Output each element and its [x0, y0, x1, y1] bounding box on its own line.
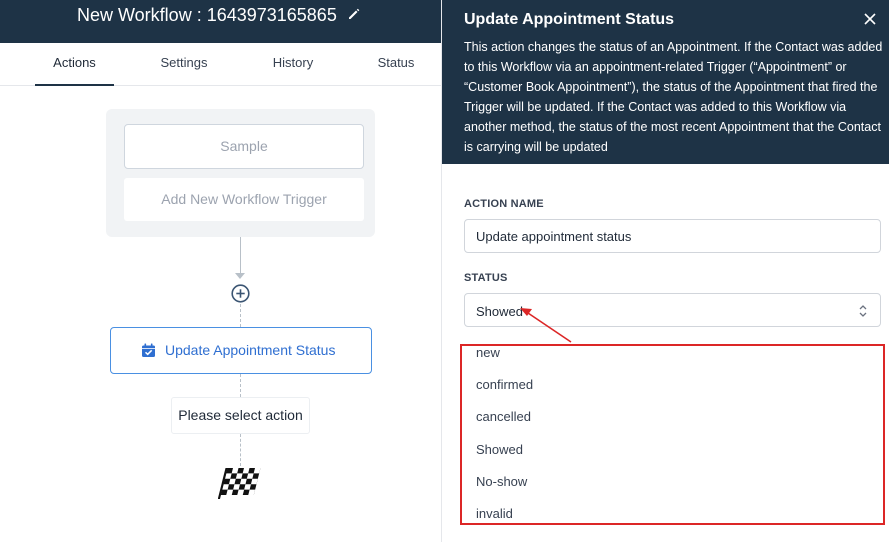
- status-label: STATUS: [464, 272, 508, 284]
- status-option-confirmed[interactable]: confirmed: [476, 377, 533, 392]
- select-action-placeholder[interactable]: Please select action: [171, 397, 310, 434]
- tab-actions[interactable]: Actions: [35, 43, 114, 86]
- status-select[interactable]: Showed: [464, 293, 881, 327]
- panel-title: Update Appointment Status: [464, 11, 675, 28]
- add-trigger-button[interactable]: Add New Workflow Trigger: [124, 178, 364, 221]
- connector-line: [240, 237, 241, 274]
- panel-header: Update Appointment Status This action ch…: [442, 0, 889, 164]
- panel-description: This action changes the status of an App…: [464, 40, 883, 154]
- status-option-showed[interactable]: Showed: [476, 442, 523, 457]
- connector-line: [240, 434, 241, 466]
- connector-line: [240, 304, 241, 327]
- tab-status[interactable]: Status: [366, 43, 426, 86]
- action-name-input[interactable]: [464, 219, 881, 253]
- connector-line: [240, 374, 241, 397]
- tab-history[interactable]: History: [258, 43, 328, 86]
- tab-settings[interactable]: Settings: [148, 43, 220, 86]
- trigger-sample[interactable]: Sample: [124, 124, 364, 169]
- close-icon[interactable]: [862, 11, 878, 27]
- calendar-check-icon: [142, 343, 155, 357]
- status-option-invalid[interactable]: invalid: [476, 506, 513, 521]
- workflow-title: New Workflow : 1643973165865: [77, 5, 337, 25]
- connector-arrow-icon: [235, 273, 245, 279]
- status-option-cancelled[interactable]: cancelled: [476, 409, 531, 424]
- action-node-update-appointment[interactable]: Update Appointment Status: [110, 327, 372, 374]
- chevron-up-down-icon: [859, 305, 867, 317]
- action-node-label: Update Appointment Status: [165, 342, 336, 358]
- workflow-topbar: New Workflow : 1643973165865: [0, 0, 441, 43]
- status-selected-value: Showed: [476, 304, 523, 319]
- add-action-plus-icon[interactable]: [231, 284, 250, 303]
- checkered-flag-icon: [218, 468, 261, 499]
- action-side-panel: Update Appointment Status This action ch…: [441, 0, 889, 542]
- workflow-tabs: Actions Settings History Status: [0, 43, 441, 86]
- status-option-new[interactable]: new: [476, 346, 500, 360]
- status-dropdown-list: new confirmed cancelled Showed No-show i…: [460, 344, 885, 525]
- status-option-no-show[interactable]: No-show: [476, 474, 527, 489]
- action-name-label: ACTION NAME: [464, 198, 544, 210]
- pencil-icon[interactable]: [347, 7, 361, 21]
